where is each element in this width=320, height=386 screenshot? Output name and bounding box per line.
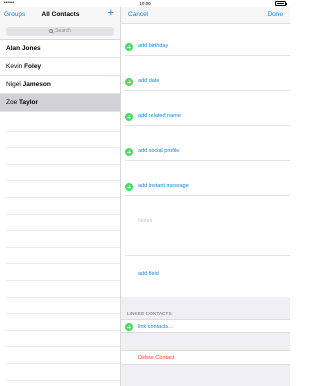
add-birthday-label: add birthday bbox=[138, 43, 169, 49]
divider bbox=[125, 90, 290, 91]
link-contacts-label: link contacts... bbox=[138, 323, 173, 330]
divider bbox=[125, 255, 290, 256]
empty-row bbox=[6, 331, 120, 348]
battery-icon bbox=[275, 1, 287, 6]
add-field-button[interactable]: add field bbox=[138, 271, 159, 277]
add-circle-icon[interactable] bbox=[125, 323, 133, 331]
contact-first-name: Zoe bbox=[6, 99, 20, 106]
done-button[interactable]: Done bbox=[267, 11, 283, 18]
contact-row-nigel-jameson[interactable]: Nigel Jameson bbox=[0, 76, 120, 94]
contact-first-name: Nigel bbox=[6, 81, 23, 88]
empty-row bbox=[6, 132, 120, 149]
add-social-profile-label: add social profile bbox=[138, 148, 180, 154]
contact-name: Alan Jones bbox=[6, 45, 41, 52]
search-input[interactable]: Search bbox=[6, 27, 114, 36]
add-birthday-row[interactable]: add birthday bbox=[121, 38, 290, 56]
divider bbox=[125, 195, 290, 196]
divider bbox=[125, 55, 290, 56]
empty-row bbox=[6, 314, 120, 331]
empty-row bbox=[6, 115, 120, 132]
empty-row bbox=[6, 347, 120, 364]
contact-row-zoe-taylor[interactable]: Zoe Taylor bbox=[0, 94, 120, 112]
add-related-name-row[interactable]: add related name bbox=[121, 108, 290, 126]
contact-list: Alan Jones Kevin Foley Nigel Jameson Zoe… bbox=[0, 40, 120, 112]
edit-contact-pane: Cancel Done add birthday add date add re… bbox=[121, 7, 290, 386]
empty-row bbox=[6, 148, 120, 165]
empty-row bbox=[6, 264, 120, 281]
contact-last-name: Jameson bbox=[22, 81, 51, 88]
add-social-profile-row[interactable]: add social profile bbox=[121, 143, 290, 161]
empty-row bbox=[6, 181, 120, 198]
add-instant-message-label: add instant message bbox=[138, 183, 189, 189]
edit-nav-bar: Cancel Done bbox=[121, 7, 290, 24]
search-bar: Search bbox=[0, 24, 120, 40]
contact-first-name: Kevin bbox=[6, 63, 25, 70]
search-icon bbox=[49, 28, 54, 33]
add-circle-icon[interactable] bbox=[125, 113, 133, 121]
page-title: All Contacts bbox=[41, 11, 80, 18]
notes-field[interactable]: Notes bbox=[138, 218, 152, 224]
add-circle-icon[interactable] bbox=[125, 148, 133, 156]
contacts-list-pane: Groups All Contacts + Search Alan Jones … bbox=[0, 7, 121, 386]
empty-row bbox=[6, 364, 120, 381]
add-circle-icon[interactable] bbox=[125, 43, 133, 51]
delete-contact-label: Delete Contact bbox=[138, 355, 175, 361]
contacts-nav-bar: Groups All Contacts + bbox=[0, 7, 120, 24]
status-time: 10:00 bbox=[139, 1, 151, 6]
empty-list-rows bbox=[6, 115, 120, 386]
empty-row bbox=[6, 198, 120, 215]
add-circle-icon[interactable] bbox=[125, 183, 133, 191]
linked-contacts-header: LINKED CONTACTS bbox=[127, 312, 172, 317]
empty-row bbox=[6, 281, 120, 298]
contact-last-name: Taylor bbox=[19, 99, 39, 106]
search-placeholder: Search bbox=[55, 28, 71, 34]
contact-row-alan-jones[interactable]: Alan Jones bbox=[0, 40, 120, 58]
divider bbox=[125, 125, 290, 126]
empty-row bbox=[6, 248, 120, 265]
add-related-name-label: add related name bbox=[138, 113, 181, 119]
cancel-button[interactable]: Cancel bbox=[128, 11, 148, 18]
add-contact-button[interactable]: + bbox=[108, 8, 114, 19]
add-date-label: add date bbox=[138, 78, 160, 84]
status-bar: ••••• 10:00 bbox=[0, 0, 290, 7]
empty-row bbox=[6, 165, 120, 182]
section-background bbox=[121, 297, 290, 386]
empty-row bbox=[6, 231, 120, 248]
contact-last-name: Foley bbox=[24, 63, 42, 70]
link-contacts-row[interactable]: link contacts... bbox=[121, 319, 290, 333]
contact-row-kevin-foley[interactable]: Kevin Foley bbox=[0, 58, 120, 76]
add-date-row[interactable]: add date bbox=[121, 73, 290, 91]
add-circle-icon[interactable] bbox=[125, 78, 133, 86]
add-instant-message-row[interactable]: add instant message bbox=[121, 178, 290, 196]
empty-row bbox=[6, 298, 120, 315]
divider bbox=[125, 160, 290, 161]
delete-contact-button[interactable]: Delete Contact bbox=[121, 350, 290, 365]
empty-row bbox=[6, 215, 120, 232]
